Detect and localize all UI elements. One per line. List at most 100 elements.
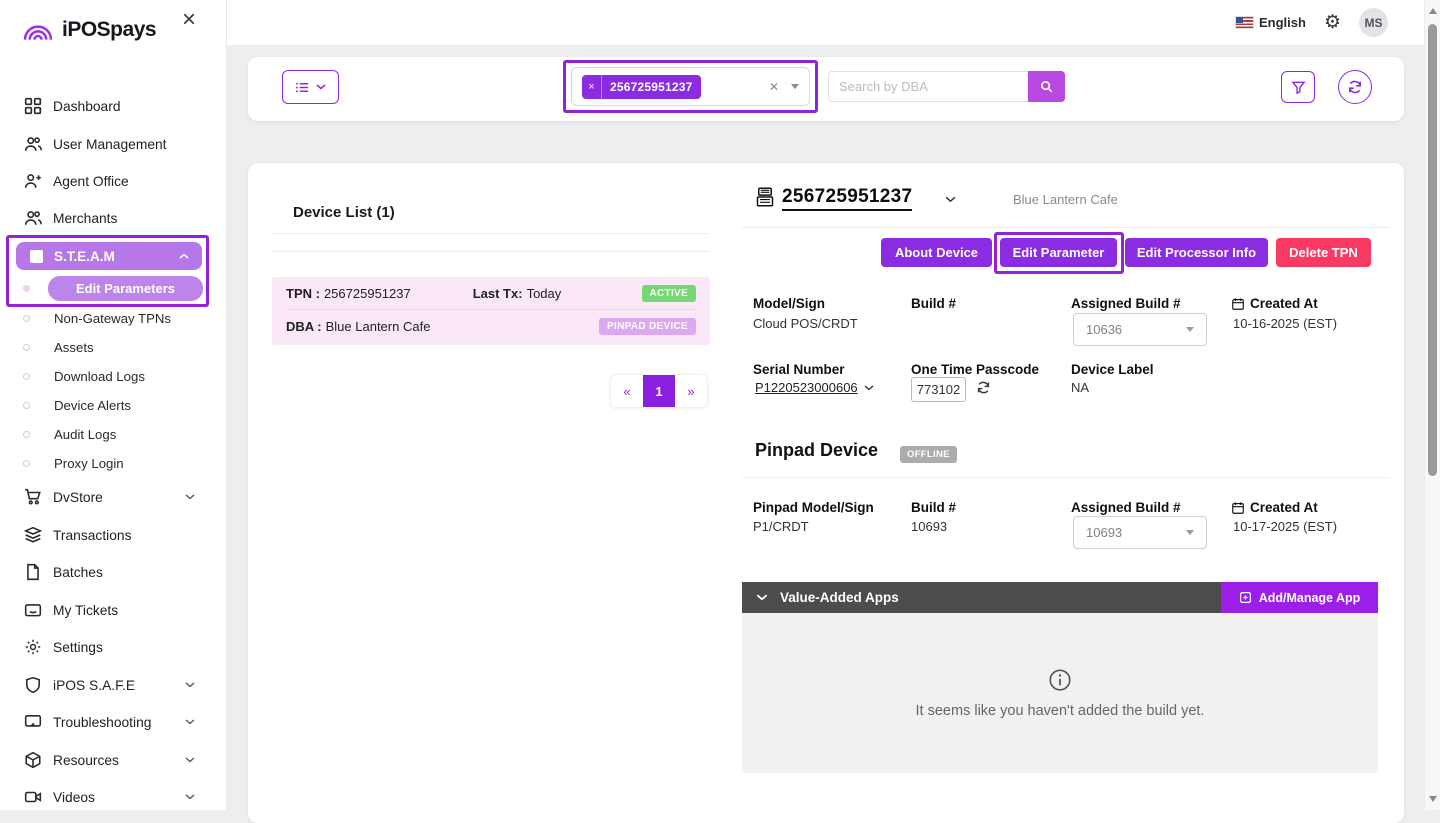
tag-remove-icon[interactable]: × — [582, 75, 602, 99]
filter-funnel-icon — [1291, 80, 1306, 95]
layers-icon — [24, 526, 42, 544]
refresh-button[interactable] — [1338, 70, 1372, 104]
sidebar-item-resources[interactable]: Resources — [0, 746, 226, 774]
sidebar: iPOSpays × Dashboard User Management Age… — [0, 0, 227, 810]
vertical-scrollbar[interactable] — [1424, 0, 1440, 810]
regenerate-otp-icon[interactable] — [976, 380, 991, 395]
pinpad-assigned-build-select[interactable]: 10693 — [1073, 516, 1207, 549]
device-type-badge: PINPAD DEVICE — [599, 318, 696, 335]
scrollbar-thumb[interactable] — [1428, 24, 1437, 476]
sidebar-item-non-gateway-tpns[interactable]: Non-Gateway TPNs — [0, 306, 226, 330]
list-view-dropdown-button[interactable] — [282, 70, 339, 104]
sidebar-item-proxy-login[interactable]: Proxy Login — [0, 451, 226, 475]
sidebar-item-my-tickets[interactable]: My Tickets — [0, 596, 226, 624]
sidebar-item-label: User Management — [53, 137, 167, 152]
device-list-row[interactable]: TPN : 256725951237 Last Tx: Today ACTIVE… — [272, 277, 710, 345]
sidebar-item-dashboard[interactable]: Dashboard — [0, 92, 226, 120]
pinpad-model-value: P1/CRDT — [753, 519, 809, 534]
add-app-icon — [1239, 591, 1252, 604]
tpn-label: TPN : — [286, 286, 320, 301]
sidebar-item-steam[interactable]: S.T.E.A.M — [16, 242, 202, 270]
serial-number-label: Serial Number — [753, 362, 845, 377]
ticket-icon — [24, 601, 42, 619]
caret-down-icon[interactable] — [791, 84, 799, 89]
chevron-down-icon — [185, 719, 195, 725]
assigned-build-label: Assigned Build # — [1071, 296, 1181, 311]
pagination-prev[interactable]: « — [611, 375, 643, 407]
monitor-icon — [24, 713, 42, 731]
sidebar-item-transactions[interactable]: Transactions — [0, 521, 226, 549]
shield-icon — [24, 676, 42, 694]
pagination-page-1[interactable]: 1 — [643, 375, 675, 407]
sidebar-item-merchants[interactable]: Merchants — [0, 204, 226, 232]
value-added-apps-empty-state: It seems like you haven't added the buil… — [742, 613, 1378, 773]
search-icon — [1039, 79, 1054, 94]
sidebar-close-icon[interactable]: × — [182, 8, 196, 32]
search-button[interactable] — [1028, 71, 1065, 102]
tpn-multiselect[interactable]: × 256725951237 ✕ — [571, 67, 810, 106]
otp-label: One Time Passcode — [911, 362, 1039, 377]
model-sign-label: Model/Sign — [753, 296, 825, 311]
sidebar-item-settings[interactable]: Settings — [0, 633, 226, 661]
language-selector[interactable]: English — [1236, 15, 1306, 30]
bullet-icon — [23, 431, 30, 438]
sidebar-item-dvstore[interactable]: DvStore — [0, 483, 226, 511]
sidebar-item-label: Edit Parameters — [76, 281, 175, 296]
sidebar-item-assets[interactable]: Assets — [0, 335, 226, 359]
edit-processor-info-button[interactable]: Edit Processor Info — [1125, 238, 1268, 267]
sidebar-item-agent-office[interactable]: Agent Office — [0, 167, 226, 195]
bullet-icon — [23, 460, 30, 467]
detail-tpn-link[interactable]: 256725951237 — [782, 186, 912, 211]
sidebar-item-download-logs[interactable]: Download Logs — [0, 364, 226, 388]
active-sub-marker — [23, 285, 30, 292]
grid-icon — [24, 97, 42, 115]
sidebar-item-troubleshooting[interactable]: Troubleshooting — [0, 708, 226, 736]
otp-value-field[interactable] — [911, 377, 966, 402]
sidebar-item-videos[interactable]: Videos — [0, 783, 226, 811]
sidebar-item-label: Agent Office — [53, 174, 129, 189]
model-sign-value: Cloud POS/CRDT — [753, 316, 858, 331]
scroll-up-arrow-icon[interactable] — [1429, 8, 1437, 14]
square-icon — [30, 250, 43, 263]
assigned-build-select[interactable]: 10636 — [1073, 313, 1207, 346]
refresh-icon — [1347, 79, 1363, 95]
sidebar-item-edit-parameters[interactable]: Edit Parameters — [48, 276, 203, 301]
bullet-icon — [23, 402, 30, 409]
sidebar-item-batches[interactable]: Batches — [0, 558, 226, 586]
chevron-down-icon — [185, 794, 195, 800]
pagination: « 1 » — [610, 374, 708, 408]
search-dba-input[interactable] — [828, 71, 1028, 102]
chevron-down-icon[interactable] — [945, 196, 956, 203]
sidebar-item-device-alerts[interactable]: Device Alerts — [0, 393, 226, 417]
value-added-apps-header[interactable]: Value-Added Apps Add/Manage App — [742, 582, 1378, 613]
pinpad-created-at-label: Created At — [1231, 500, 1318, 515]
user-avatar[interactable]: MS — [1359, 8, 1388, 37]
device-label-value: NA — [1071, 380, 1089, 395]
sidebar-item-user-management[interactable]: User Management — [0, 130, 226, 158]
content-panel: Device List (1) TPN : 256725951237 Last … — [248, 163, 1404, 823]
clear-icon[interactable]: ✕ — [769, 80, 779, 94]
sidebar-item-label: My Tickets — [53, 603, 118, 618]
gear-icon — [24, 638, 42, 656]
package-icon — [24, 751, 42, 769]
pinpad-build-value: 10693 — [911, 519, 947, 534]
delete-tpn-button[interactable]: Delete TPN — [1276, 238, 1371, 267]
scroll-down-arrow-icon[interactable] — [1429, 796, 1437, 802]
sidebar-item-label: Device Alerts — [54, 398, 131, 413]
serial-number-link[interactable]: P1220523000606 — [755, 380, 874, 395]
sidebar-item-label: DvStore — [53, 490, 103, 505]
edit-parameter-button[interactable]: Edit Parameter — [1000, 238, 1117, 267]
about-device-button[interactable]: About Device — [881, 238, 992, 267]
sidebar-item-audit-logs[interactable]: Audit Logs — [0, 422, 226, 446]
sidebar-item-ipos-safe[interactable]: iPOS S.A.F.E — [0, 671, 226, 699]
caret-down-icon — [1186, 530, 1194, 535]
language-label: English — [1259, 15, 1306, 30]
sidebar-item-label: Proxy Login — [54, 456, 124, 471]
settings-gear-icon[interactable]: ⚙ — [1324, 13, 1341, 32]
pagination-next[interactable]: » — [675, 375, 707, 407]
divider — [742, 477, 1390, 478]
add-manage-app-button[interactable]: Add/Manage App — [1221, 582, 1378, 613]
sidebar-item-label: Dashboard — [53, 99, 121, 114]
filter-button[interactable] — [1281, 71, 1315, 103]
document-icon — [24, 563, 42, 581]
